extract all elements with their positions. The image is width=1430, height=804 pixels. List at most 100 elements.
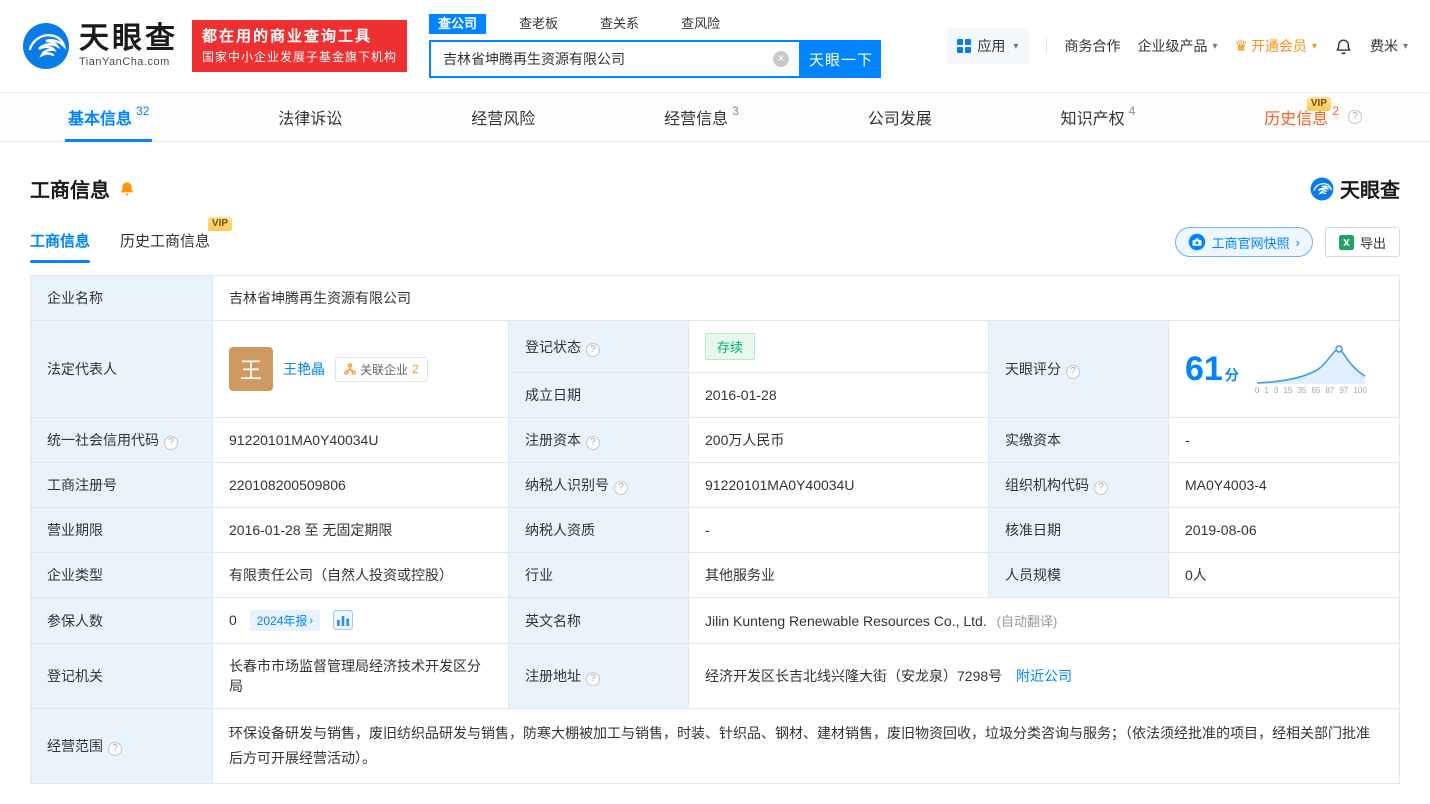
snapshot-button[interactable]: 工商官网快照 ›	[1175, 227, 1313, 257]
value-industry: 其他服务业	[689, 553, 989, 598]
section-title: 工商信息	[30, 174, 110, 203]
crown-icon: ♛	[1234, 39, 1247, 54]
search-tab-boss[interactable]: 查老板	[510, 14, 567, 35]
user-menu[interactable]: 费米 ▾	[1370, 36, 1408, 56]
status-badge: 存续	[705, 333, 755, 360]
label-company-name: 企业名称	[31, 276, 213, 321]
score-value[interactable]: 61分	[1185, 352, 1239, 386]
help-icon[interactable]: ?	[586, 436, 600, 450]
camera-icon	[1188, 233, 1206, 251]
label-company-type: 企业类型	[31, 553, 213, 598]
tab-company-development[interactable]: 公司发展	[865, 93, 935, 141]
notification-bell-icon[interactable]	[1334, 37, 1353, 56]
label-text: 组织机构代码	[1005, 477, 1089, 493]
value-taxpayer-id: 91220101MA0Y40034U	[689, 463, 989, 508]
tab-count: 32	[136, 104, 149, 118]
nearby-companies-link[interactable]: 附近公司	[1016, 668, 1072, 684]
help-icon[interactable]: ?	[108, 742, 122, 756]
label-industry: 行业	[509, 553, 689, 598]
section-header: 工商信息 天眼查	[30, 174, 1400, 203]
caret-down-icon: ▾	[1013, 41, 1018, 52]
related-companies-badge[interactable]: 关联企业 2	[335, 357, 428, 382]
label-registration-number: 工商注册号	[31, 463, 213, 508]
header: 天眼查 TianYanCha.com 都在用的商业查询工具 国家中小企业发展子基…	[0, 0, 1430, 92]
enterprise-products-label: 企业级产品	[1137, 36, 1207, 56]
search-tab-relation[interactable]: 查关系	[591, 14, 648, 35]
tab-count: 2	[1332, 104, 1339, 118]
subtab-row: 工商信息 历史工商信息 VIP 工商官网快照 › 导出	[30, 227, 1400, 263]
promo-banner: 都在用的商业查询工具 国家中小企业发展子基金旗下机构	[192, 20, 407, 73]
logo-domain: TianYanCha.com	[79, 57, 178, 68]
value-registration-number: 220108200509806	[213, 463, 509, 508]
tab-history-info[interactable]: VIP 历史信息 2 ?	[1261, 93, 1365, 141]
search-tab-company[interactable]: 查公司	[429, 14, 486, 35]
search-row: × 天眼一下	[429, 40, 881, 78]
export-button[interactable]: 导出	[1325, 227, 1400, 257]
insured-number: 0	[229, 612, 237, 628]
username: 费米	[1370, 36, 1398, 56]
help-icon[interactable]: ?	[586, 672, 600, 686]
tab-operation-info[interactable]: 经营信息 3	[661, 93, 742, 141]
open-vip-menu[interactable]: ♛ 开通会员 ▾	[1234, 36, 1316, 56]
table-row-insured-count: 参保人数 0 2024年报 › 英文名称 Jilin Kunteng Renew…	[31, 598, 1400, 644]
alert-bell-icon[interactable]	[119, 181, 135, 197]
help-icon[interactable]: ?	[614, 481, 628, 495]
label-credit-code: 统一社会信用代码?	[31, 418, 213, 463]
search-button[interactable]: 天眼一下	[801, 40, 881, 78]
axis-tick: 97	[1339, 387, 1348, 395]
label-text: 纳税人识别号	[525, 477, 609, 493]
export-label: 导出	[1360, 233, 1386, 252]
legal-rep-cell: 王 王艳晶 关联企业 2	[229, 347, 492, 391]
caret-down-icon: ▾	[1212, 41, 1217, 52]
label-text: 统一社会信用代码	[47, 432, 159, 448]
value-company-type: 有限责任公司（自然人投资或控股）	[213, 553, 509, 598]
value-paid-capital: -	[1169, 418, 1400, 463]
label-establish-date: 成立日期	[509, 373, 689, 418]
tab-operation-risk[interactable]: 经营风险	[468, 93, 538, 141]
help-icon[interactable]: ?	[1066, 365, 1080, 379]
chevron-right-icon: ›	[309, 615, 313, 627]
label-staff-scale: 人员规模	[989, 553, 1169, 598]
header-right-menu: 应用 ▾ 商务合作 企业级产品 ▾ ♛ 开通会员 ▾ 费米 ▾	[946, 28, 1408, 64]
value-company-name: 吉林省坤腾再生资源有限公司	[213, 276, 1400, 321]
main-tabs: 基本信息 32 法律诉讼 经营风险 经营信息 3 公司发展 知识产权 4 VIP…	[0, 92, 1430, 142]
search-tab-risk[interactable]: 查风险	[672, 14, 729, 35]
vip-badge: VIP	[208, 217, 232, 231]
enterprise-products-menu[interactable]: 企业级产品 ▾	[1137, 36, 1217, 56]
address-text: 经济开发区长吉北线兴隆大街（安龙泉）7298号	[705, 668, 1002, 684]
score-distribution-chart: 0 1 3 15 35 65 87 97 100	[1255, 343, 1367, 395]
tab-label: 基本信息	[68, 105, 132, 129]
logo[interactable]: 天眼查 TianYanCha.com	[22, 22, 178, 70]
trend-chart-icon[interactable]	[333, 610, 353, 630]
label-text: 注册资本	[525, 432, 581, 448]
tab-intellectual-property[interactable]: 知识产权 4	[1058, 93, 1139, 141]
cooperation-link[interactable]: 商务合作	[1064, 36, 1120, 56]
org-chart-icon	[344, 363, 356, 375]
help-icon[interactable]: ?	[586, 343, 600, 357]
tab-basic-info[interactable]: 基本信息 32	[65, 93, 152, 141]
label-org-code: 组织机构代码?	[989, 463, 1169, 508]
label-registration-status: 登记状态?	[509, 321, 689, 373]
subtab-history-business-info[interactable]: 历史工商信息 VIP	[120, 230, 210, 263]
value-registration-status: 存续	[689, 321, 989, 373]
search-area: 查公司 查老板 查关系 查风险 × 天眼一下	[429, 14, 881, 79]
table-row-business-scope: 经营范围? 环保设备研发与销售，废旧纺织品研发与销售，防寒大棚被加工与销售，时装…	[31, 709, 1400, 784]
help-icon[interactable]: ?	[1348, 110, 1362, 124]
promo-line2: 国家中小企业发展子基金旗下机构	[202, 48, 397, 66]
legal-rep-link[interactable]: 王艳晶	[283, 359, 325, 379]
apps-button[interactable]: 应用 ▾	[946, 28, 1029, 64]
clear-search-icon[interactable]: ×	[773, 51, 789, 67]
annual-report-badge[interactable]: 2024年报 ›	[250, 610, 320, 631]
value-registered-address: 经济开发区长吉北线兴隆大街（安龙泉）7298号 附近公司	[689, 644, 1400, 709]
subtab-business-info[interactable]: 工商信息	[30, 230, 90, 263]
tab-legal-proceedings[interactable]: 法律诉讼	[275, 93, 345, 141]
search-input[interactable]	[431, 42, 799, 76]
tab-count: 3	[732, 104, 739, 118]
label-english-name: 英文名称	[509, 598, 689, 644]
help-icon[interactable]: ?	[1094, 481, 1108, 495]
axis-tick: 35	[1297, 387, 1306, 395]
label-taxpayer-quality: 纳税人资质	[509, 508, 689, 553]
help-icon[interactable]: ?	[164, 436, 178, 450]
label-approval-date: 核准日期	[989, 508, 1169, 553]
legal-rep-avatar[interactable]: 王	[229, 347, 273, 391]
